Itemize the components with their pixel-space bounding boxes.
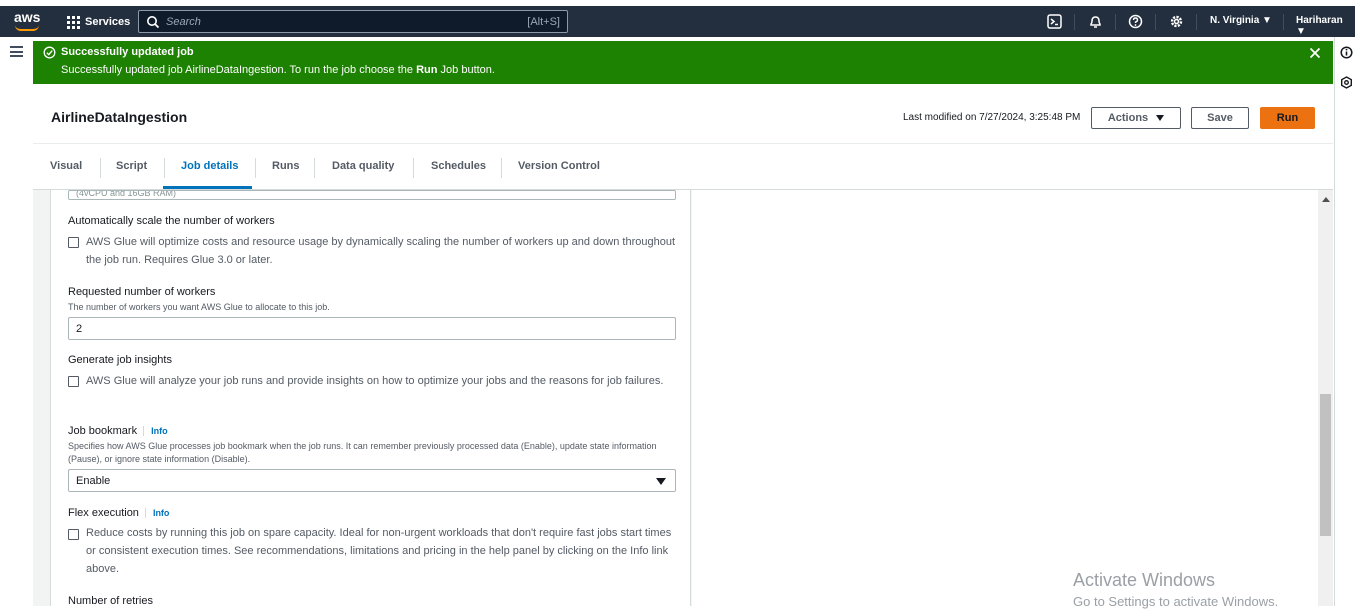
tab-divider bbox=[100, 158, 101, 178]
job-details-form: (4vCPU and 16GB RAM) Automatically scale… bbox=[50, 190, 691, 606]
workers-description: The number of workers you want AWS Glue … bbox=[68, 302, 330, 312]
tab-divider bbox=[501, 158, 502, 178]
tab-schedules[interactable]: Schedules bbox=[431, 160, 486, 172]
autoscale-checkbox[interactable] bbox=[68, 237, 79, 248]
tab-script[interactable]: Script bbox=[116, 160, 147, 172]
flash-title: Successfully updated job bbox=[61, 46, 194, 58]
tab-divider bbox=[164, 158, 165, 178]
autoscale-label: Automatically scale the number of worker… bbox=[68, 215, 275, 227]
tab-runs[interactable]: Runs bbox=[272, 160, 300, 172]
bookmark-label: Job bookmark Info bbox=[68, 425, 168, 437]
services-label: Services bbox=[85, 16, 131, 28]
insights-checkbox[interactable] bbox=[68, 376, 79, 387]
navbar-divider bbox=[1074, 14, 1075, 30]
flash-message-run: Run bbox=[416, 64, 438, 76]
global-search-input[interactable]: Search [Alt+S] bbox=[138, 10, 568, 33]
bell-icon[interactable] bbox=[1088, 14, 1103, 29]
run-label: Run bbox=[1276, 112, 1299, 124]
gear-icon[interactable] bbox=[1169, 14, 1184, 29]
flash-message: Successfully updated job AirlineDataInge… bbox=[61, 64, 495, 76]
job-header: AirlineDataIngestion Last modified on 7/… bbox=[33, 88, 1333, 144]
page-scrollbar[interactable] bbox=[1318, 190, 1333, 606]
tab-job-details[interactable]: Job details bbox=[181, 160, 238, 172]
last-modified-text: Last modified on 7/27/2024, 3:25:48 PM bbox=[903, 112, 1081, 123]
tab-version-control[interactable]: Version Control bbox=[518, 160, 600, 172]
region-selector[interactable]: N. Virginia ▼ bbox=[1210, 15, 1272, 26]
flex-checkbox-text: Reduce costs by running this job on spar… bbox=[86, 527, 672, 575]
info-panel-icon[interactable] bbox=[1340, 46, 1353, 59]
search-shortcut-hint: [Alt+S] bbox=[527, 16, 560, 28]
bookmark-description: Specifies how AWS Glue processes job boo… bbox=[68, 441, 657, 464]
autoscale-checkbox-text: AWS Glue will optimize costs and resourc… bbox=[86, 236, 675, 266]
actions-button[interactable]: Actions bbox=[1091, 107, 1181, 129]
tab-divider bbox=[314, 158, 315, 178]
flash-message-suffix: Job button. bbox=[437, 64, 495, 76]
insights-checkbox-text: AWS Glue will analyze your job runs and … bbox=[86, 375, 664, 387]
aws-console-navbar: aws Services Search [Alt+S] N. Virginia … bbox=[0, 6, 1355, 37]
flex-label-text: Flex execution bbox=[68, 507, 139, 519]
activate-windows-title: Activate Windows bbox=[1073, 570, 1216, 590]
flex-checkbox[interactable] bbox=[68, 529, 79, 540]
navbar-divider bbox=[1155, 14, 1156, 30]
caret-down-icon bbox=[1156, 115, 1165, 121]
flash-message-prefix: Successfully updated job AirlineDataInge… bbox=[61, 64, 417, 76]
help-side-panel bbox=[692, 190, 1318, 606]
search-placeholder: Search bbox=[166, 16, 201, 28]
bookmark-selected-value: Enable bbox=[76, 475, 111, 487]
worker-type-select[interactable]: (4vCPU and 16GB RAM) bbox=[68, 190, 676, 200]
help-icon[interactable] bbox=[1128, 14, 1143, 29]
active-tab-indicator bbox=[163, 186, 252, 189]
flex-label: Flex execution Info bbox=[68, 507, 170, 519]
navbar-divider bbox=[1115, 14, 1116, 30]
flex-info-link[interactable]: Info bbox=[144, 508, 170, 518]
run-button[interactable]: Run bbox=[1260, 107, 1315, 129]
success-check-icon bbox=[43, 46, 56, 59]
navbar-divider bbox=[1196, 14, 1197, 30]
bookmark-info-link[interactable]: Info bbox=[143, 426, 168, 436]
aws-logo-text: aws bbox=[14, 9, 41, 25]
search-icon bbox=[147, 16, 160, 29]
scrollbar-thumb[interactable] bbox=[1320, 394, 1331, 536]
scroll-up-icon[interactable] bbox=[1322, 197, 1330, 202]
tab-divider bbox=[413, 158, 414, 178]
aws-smile-icon bbox=[15, 25, 39, 31]
retries-label: Number of retries bbox=[68, 595, 153, 606]
aws-logo[interactable]: aws bbox=[14, 9, 42, 33]
success-flash-banner: Successfully updated job Successfully up… bbox=[33, 41, 1333, 84]
workers-input[interactable]: 2 bbox=[68, 317, 676, 340]
actions-label: Actions bbox=[1107, 112, 1149, 124]
cloudshell-icon[interactable] bbox=[1047, 14, 1062, 29]
tab-data-quality[interactable]: Data quality bbox=[332, 160, 394, 172]
insights-label: Generate job insights bbox=[68, 354, 172, 366]
save-label: Save bbox=[1207, 112, 1233, 124]
tab-visual[interactable]: Visual bbox=[50, 160, 82, 172]
workers-label: Requested number of workers bbox=[68, 286, 216, 298]
navbar-divider bbox=[1283, 14, 1284, 30]
tab-divider bbox=[255, 158, 256, 178]
activate-windows-subtitle: Go to Settings to activate Windows. bbox=[1073, 594, 1279, 609]
account-menu[interactable]: Hariharan ▼ bbox=[1296, 15, 1355, 37]
right-utility-rail bbox=[1334, 37, 1355, 606]
close-icon[interactable] bbox=[1309, 47, 1321, 59]
caret-down-icon bbox=[656, 478, 666, 485]
bookmark-label-text: Job bookmark bbox=[68, 425, 138, 437]
grid-icon bbox=[67, 15, 80, 29]
services-menu-button[interactable]: Services bbox=[67, 13, 130, 31]
page-title: AirlineDataIngestion bbox=[51, 109, 188, 125]
side-nav-toggle-icon[interactable] bbox=[10, 46, 23, 57]
settings-panel-icon[interactable] bbox=[1340, 76, 1353, 89]
save-button[interactable]: Save bbox=[1191, 107, 1249, 129]
bookmark-select[interactable]: Enable bbox=[68, 469, 676, 492]
job-tabs: Visual Script Job details Runs Data qual… bbox=[33, 144, 1333, 190]
